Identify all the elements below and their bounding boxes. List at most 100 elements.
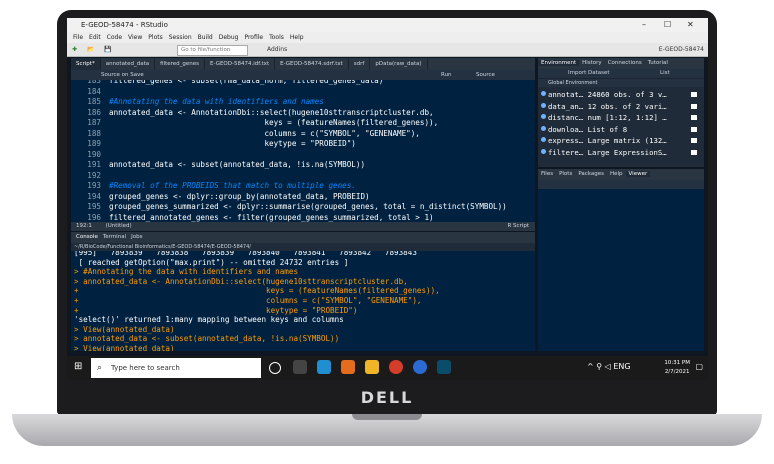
scope-indicator[interactable]: (Untitled) [106,223,132,229]
tab-sdrf[interactable]: sdrf [349,58,371,70]
object-icon [541,137,546,142]
environment-row[interactable]: filtere… Large ExpressionS… [541,147,701,159]
console-output[interactable]: [995] 7893839 7893838 7893839 7893840 78… [71,251,535,351]
code-line[interactable]: 186 annotated_data <- AnnotationDbi::sele… [71,108,535,119]
tab-connections[interactable]: Connections [605,60,645,66]
scope-selector[interactable]: Global Environment [538,78,704,87]
taskbar-search-input[interactable]: ⌕ Type here to search [91,358,261,378]
tab-help[interactable]: Help [607,171,626,177]
tab-viewer[interactable]: Viewer [625,171,651,177]
view-table-icon[interactable] [691,149,697,155]
menu-view[interactable]: View [128,34,142,41]
line-number: 194 [87,191,101,201]
tab-filtered-genes[interactable]: filtered_genes [155,58,206,70]
code-line[interactable]: 185 #Annotating the data with identifiers… [71,97,535,108]
rstudio-icon[interactable] [413,360,427,374]
search-icon: ⌕ [97,363,103,373]
taskbar-clock[interactable]: 10:31 PM 2/7/2021 [664,359,690,377]
code-line[interactable]: 192 [71,171,535,182]
code-line[interactable]: 193 #Removal of the PROBEIDS that match t… [71,181,535,192]
line-number: 188 [87,128,101,138]
chrome-icon[interactable] [389,360,403,374]
console-line: > View(annotated_data) [74,344,175,351]
new-file-icon[interactable]: ✚ [72,46,77,53]
environment-row[interactable]: downloa… List of 8 [541,124,701,136]
go-to-file-input[interactable]: Go to file/function [177,45,248,56]
tab-plots[interactable]: Plots [556,171,575,177]
windows-start-icon[interactable]: ⊞ [74,361,82,372]
code-line[interactable]: 184 [71,87,535,98]
code-line[interactable]: 188 columns = c("SYMBOL", "GENENAME"), [71,129,535,140]
console-path: ~/R/BioCode/Functional Bioinformatics/E-… [71,243,535,251]
close-icon[interactable]: ✕ [687,18,694,32]
minimize-icon[interactable]: – [642,18,646,32]
menu-edit[interactable]: Edit [89,34,101,41]
system-tray-icons[interactable]: ^ ⚲ ◁ ENG [587,362,631,371]
view-table-icon[interactable] [691,126,697,132]
menu-help[interactable]: Help [290,34,304,41]
open-file-icon[interactable]: 📂 [87,46,94,53]
tab-files[interactable]: Files [538,171,556,177]
line-number: 184 [87,86,101,96]
edge-icon[interactable] [317,360,331,374]
tab-packages[interactable]: Packages [575,171,607,177]
project-menu[interactable]: E-GEOD-58474 [659,43,704,56]
tab-annotated-data[interactable]: annotated_data [101,58,156,70]
line-number: 187 [87,118,101,127]
console-tabs: Console Terminal Jobs [71,232,535,243]
code-line[interactable]: 189 keytype = "PROBEID") [71,139,535,150]
tab-jobs[interactable]: Jobs [131,234,142,240]
notifications-icon[interactable]: ▢ [695,362,703,371]
menu-build[interactable]: Build [198,34,213,41]
environment-row[interactable]: express… Large matrix (132… [541,135,701,147]
tab-terminal[interactable]: Terminal [103,234,126,240]
run-button[interactable]: Run [441,70,452,80]
code-line[interactable]: 187 keys = (featureNames(filtered_genes)… [71,118,535,129]
save-icon[interactable]: 💾 [104,46,111,53]
addins-menu[interactable]: Addins [267,43,287,56]
code-line[interactable]: 196 filtered_annotated_genes <- filter(gr… [71,213,535,223]
app-icon[interactable] [437,360,451,374]
file-explorer-icon[interactable] [365,360,379,374]
menu-plots[interactable]: Plots [148,34,162,41]
menu-debug[interactable]: Debug [219,34,239,41]
source-button[interactable]: Source [476,70,495,80]
menu-session[interactable]: Session [169,34,192,41]
firefox-icon[interactable] [341,360,355,374]
file-type[interactable]: R Script [507,222,529,231]
tab-idf[interactable]: E-GEOD-58474.idf.txt [205,58,276,70]
menu-tools[interactable]: Tools [269,34,284,41]
cortana-icon[interactable] [269,362,281,374]
view-table-icon[interactable] [691,103,697,109]
tab-tutorial[interactable]: Tutorial [645,60,671,66]
menu-code[interactable]: Code [107,34,122,41]
line-number: 186 [87,107,101,117]
list-view-button[interactable]: List [660,69,670,78]
import-dataset-button[interactable]: Import Dataset [568,70,610,76]
code-line[interactable]: 191 annotated_data <- subset(annotated_da… [71,160,535,171]
menu-file[interactable]: File [73,34,83,41]
code-line[interactable]: 194 grouped_genes <- dplyr::group_by(anno… [71,192,535,203]
maximize-icon[interactable]: ☐ [664,18,671,32]
code-line[interactable]: 190 [71,150,535,161]
source-on-save-checkbox[interactable]: Source on Save [101,72,144,78]
tab-sdrf-file[interactable]: E-GEOD-58474.sdrf.txt [275,58,349,70]
code-editor[interactable]: 183 filtered_genes <- subset(rma_data_nor… [71,80,535,222]
task-view-icon[interactable] [293,360,307,374]
environment-row[interactable]: data_an… 12 obs. of 2 vari… [541,101,701,113]
editor-tabs: Script* annotated_data filtered_genes E-GEO… [71,58,535,70]
view-table-icon[interactable] [691,92,697,97]
tab-pdata[interactable]: pData(raw_data) [370,58,428,70]
environment-row[interactable]: annotat… 24860 obs. of 3 v… [541,89,701,101]
view-table-icon[interactable] [691,138,697,143]
tab-environment[interactable]: Environment [538,60,580,66]
tab-history[interactable]: History [579,60,605,66]
tab-script[interactable]: Script* [71,58,101,70]
tab-console[interactable]: Console [76,234,98,240]
object-icon [541,148,546,154]
environment-row[interactable]: distanc… num [1:12, 1:12] … [541,112,701,124]
menu-profile[interactable]: Profile [244,34,263,41]
view-table-icon[interactable] [691,115,697,120]
console-line: > #Annotating the data with identifiers … [74,267,299,277]
code-line[interactable]: 195 grouped_genes_summarized <- dplyr::su… [71,202,535,213]
